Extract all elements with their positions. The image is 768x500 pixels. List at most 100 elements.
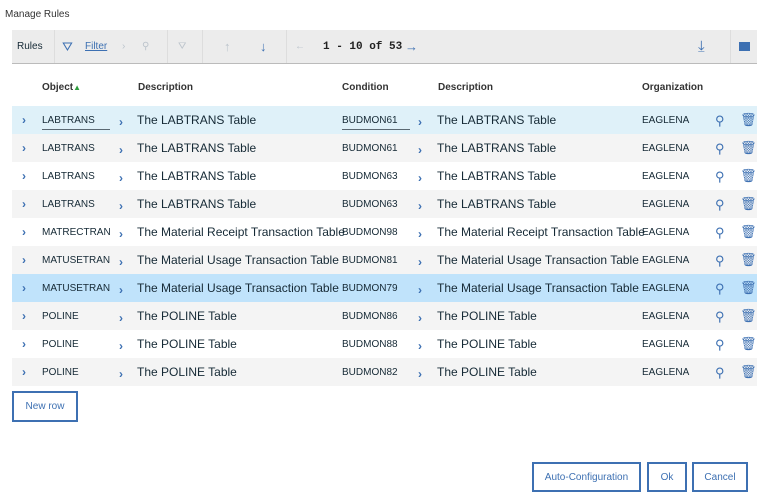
condition-cell[interactable]: BUDMON61: [342, 143, 410, 154]
condition-cell[interactable]: BUDMON82: [342, 367, 410, 378]
table-row[interactable]: › POLINE › The POLINE Table BUDMON82 › T…: [12, 358, 757, 386]
organization-cell[interactable]: EAGLENA: [642, 367, 689, 378]
object-cell[interactable]: LABTRANS: [42, 143, 110, 154]
chevron-right-icon[interactable]: ›: [418, 227, 422, 241]
column-header-object[interactable]: Object▲: [42, 82, 81, 93]
ok-button[interactable]: Ok: [647, 462, 687, 492]
condition-cell[interactable]: BUDMON81: [342, 255, 410, 266]
expand-row-icon[interactable]: ›: [22, 225, 26, 239]
chevron-right-icon[interactable]: ›: [119, 255, 123, 269]
trash-icon[interactable]: 🗑: [740, 336, 757, 352]
trash-icon[interactable]: 🗑: [740, 364, 757, 380]
expand-row-icon[interactable]: ›: [22, 169, 26, 183]
object-cell[interactable]: POLINE: [42, 339, 110, 350]
column-header-condition-description[interactable]: Description: [438, 82, 493, 93]
chevron-right-icon[interactable]: ›: [418, 199, 422, 213]
download-icon[interactable]: ⤓: [698, 30, 705, 63]
chevron-right-icon[interactable]: ›: [119, 339, 123, 353]
chevron-right-icon[interactable]: ›: [418, 283, 422, 297]
column-header-organization[interactable]: Organization: [642, 82, 703, 93]
search-icon[interactable]: ⚲: [715, 337, 725, 353]
table-row[interactable]: › POLINE › The POLINE Table BUDMON86 › T…: [12, 302, 757, 330]
expand-row-icon[interactable]: ›: [22, 309, 26, 323]
chevron-right-icon[interactable]: ›: [418, 143, 422, 157]
table-row[interactable]: › MATUSETRANS › The Material Usage Trans…: [12, 246, 757, 274]
new-row-button[interactable]: New row: [12, 391, 78, 422]
object-cell[interactable]: POLINE: [42, 311, 110, 322]
expand-row-icon[interactable]: ›: [22, 337, 26, 351]
condition-cell[interactable]: BUDMON63: [342, 199, 410, 210]
chevron-right-icon[interactable]: ›: [119, 283, 123, 297]
expand-row-icon[interactable]: ›: [22, 197, 26, 211]
table-row[interactable]: › LABTRANS › The LABTRANS Table BUDMON63…: [12, 162, 757, 190]
organization-cell[interactable]: EAGLENA: [642, 115, 689, 126]
organization-cell[interactable]: EAGLENA: [642, 171, 689, 182]
expand-row-icon[interactable]: ›: [22, 365, 26, 379]
chevron-right-icon[interactable]: ›: [119, 227, 123, 241]
object-cell[interactable]: LABTRANS: [42, 199, 110, 210]
trash-icon[interactable]: 🗑: [740, 168, 757, 184]
organization-cell[interactable]: EAGLENA: [642, 143, 689, 154]
auto-configuration-button[interactable]: Auto-Configuration: [532, 462, 641, 492]
condition-cell[interactable]: BUDMON63: [342, 171, 410, 182]
condition-cell[interactable]: BUDMON61: [342, 115, 410, 130]
trash-icon[interactable]: 🗑: [740, 280, 757, 296]
search-icon[interactable]: ⚲: [715, 197, 725, 213]
filter-link[interactable]: Filter: [85, 30, 107, 63]
chevron-right-icon[interactable]: ›: [418, 367, 422, 381]
filter-icon[interactable]: ⛛: [62, 30, 73, 63]
table-row[interactable]: › LABTRANS › The LABTRANS Table BUDMON61…: [12, 134, 757, 162]
chevron-right-icon[interactable]: ›: [418, 115, 422, 129]
chevron-right-icon[interactable]: ›: [418, 255, 422, 269]
condition-cell[interactable]: BUDMON88: [342, 339, 410, 350]
trash-icon[interactable]: 🗑: [740, 196, 757, 212]
condition-cell[interactable]: BUDMON86: [342, 311, 410, 322]
search-icon[interactable]: ⚲: [715, 113, 725, 129]
trash-icon[interactable]: 🗑: [740, 224, 757, 240]
chevron-right-icon[interactable]: ›: [418, 339, 422, 353]
chevron-right-icon[interactable]: ›: [119, 367, 123, 381]
table-row[interactable]: › MATUSETRANS › The Material Usage Trans…: [12, 274, 757, 302]
trash-icon[interactable]: 🗑: [740, 308, 757, 324]
search-icon[interactable]: ⚲: [715, 309, 725, 325]
object-cell[interactable]: POLINE: [42, 367, 110, 378]
condition-cell[interactable]: BUDMON98: [342, 227, 410, 238]
organization-cell[interactable]: EAGLENA: [642, 283, 689, 294]
arrow-right-icon[interactable]: →: [405, 30, 418, 63]
chevron-right-icon[interactable]: ›: [119, 171, 123, 185]
table-row[interactable]: › POLINE › The POLINE Table BUDMON88 › T…: [12, 330, 757, 358]
object-cell[interactable]: MATUSETRANS: [42, 255, 110, 266]
organization-cell[interactable]: EAGLENA: [642, 255, 689, 266]
expand-row-icon[interactable]: ›: [22, 113, 26, 127]
column-header-description[interactable]: Description: [138, 82, 193, 93]
search-icon[interactable]: ⚲: [715, 253, 725, 269]
object-cell[interactable]: MATUSETRANS: [42, 283, 110, 294]
arrow-down-icon[interactable]: ↓: [260, 30, 267, 63]
chevron-right-icon[interactable]: ›: [119, 115, 123, 129]
collapse-icon[interactable]: [739, 30, 750, 63]
trash-icon[interactable]: 🗑: [740, 140, 757, 156]
column-header-condition[interactable]: Condition: [342, 82, 389, 93]
organization-cell[interactable]: EAGLENA: [642, 199, 689, 210]
trash-icon[interactable]: 🗑: [740, 252, 757, 268]
search-icon[interactable]: ⚲: [715, 365, 725, 381]
expand-row-icon[interactable]: ›: [22, 281, 26, 295]
organization-cell[interactable]: EAGLENA: [642, 311, 689, 322]
table-row[interactable]: › LABTRANS › The LABTRANS Table BUDMON63…: [12, 190, 757, 218]
chevron-right-icon[interactable]: ›: [418, 311, 422, 325]
search-icon[interactable]: ⚲: [715, 169, 725, 185]
condition-cell[interactable]: BUDMON79: [342, 283, 410, 294]
search-icon[interactable]: ⚲: [715, 225, 725, 241]
trash-icon[interactable]: 🗑: [740, 112, 757, 128]
chevron-right-icon[interactable]: ›: [119, 311, 123, 325]
expand-row-icon[interactable]: ›: [22, 253, 26, 267]
search-icon[interactable]: ⚲: [715, 141, 725, 157]
cancel-button[interactable]: Cancel: [692, 462, 748, 492]
organization-cell[interactable]: EAGLENA: [642, 227, 689, 238]
object-cell[interactable]: MATRECTRANS: [42, 227, 110, 238]
object-cell[interactable]: LABTRANS: [42, 115, 110, 130]
expand-row-icon[interactable]: ›: [22, 141, 26, 155]
search-icon[interactable]: ⚲: [715, 281, 725, 297]
table-row[interactable]: › MATRECTRANS › The Material Receipt Tra…: [12, 218, 757, 246]
object-cell[interactable]: LABTRANS: [42, 171, 110, 182]
